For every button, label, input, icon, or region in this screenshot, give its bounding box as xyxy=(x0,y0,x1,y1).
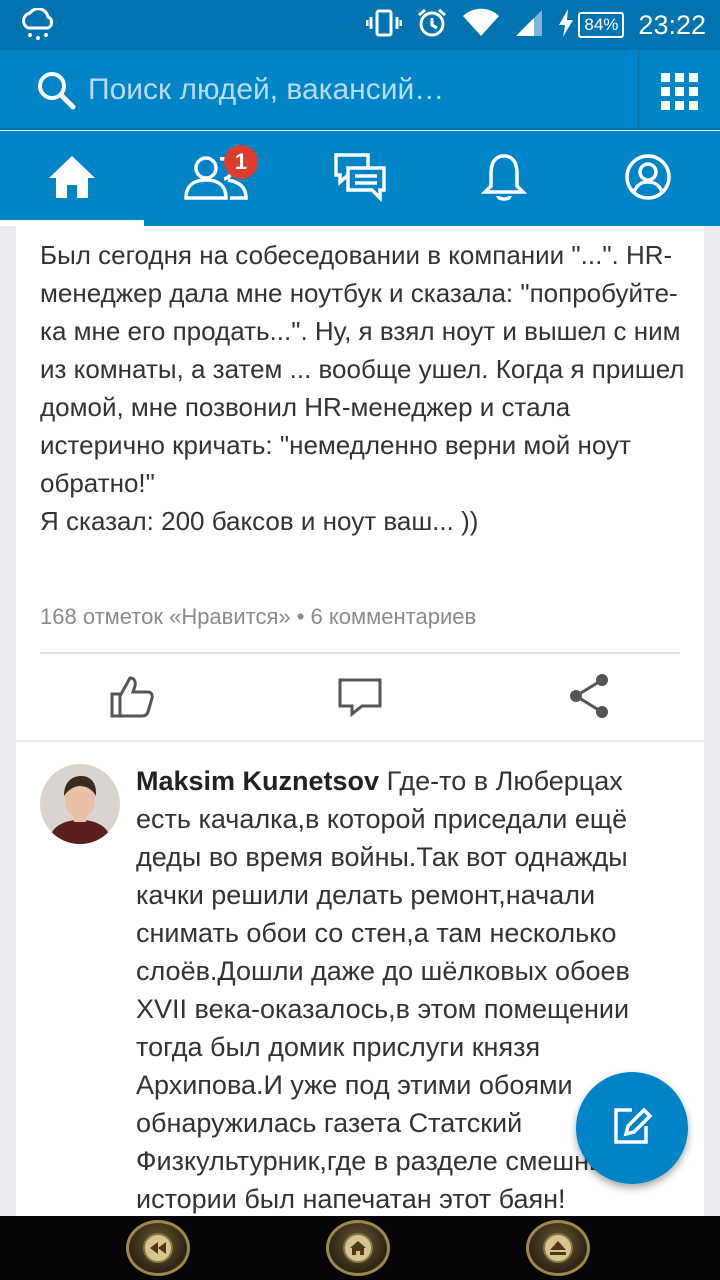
weather-rain-icon xyxy=(18,7,58,46)
post-text: Был сегодня на собеседовании в компании … xyxy=(40,240,685,536)
bell-icon xyxy=(480,152,528,206)
messages-icon xyxy=(334,152,386,206)
search-icon[interactable] xyxy=(36,70,76,114)
eject-icon xyxy=(543,1233,573,1263)
comment-body: Где-то в Люберцах есть качалка,в которой… xyxy=(136,766,630,1214)
search-input[interactable]: Поиск людей, вакансий… xyxy=(88,68,608,112)
battery-indicator: 84% xyxy=(558,9,625,41)
home-button[interactable] xyxy=(326,1220,390,1276)
signal-icon xyxy=(514,8,544,42)
tab-notifications[interactable] xyxy=(432,131,576,226)
share-icon[interactable] xyxy=(566,672,614,720)
edit-icon xyxy=(610,1104,654,1152)
search-bar: Поиск людей, вакансий… xyxy=(0,50,720,130)
post-stats[interactable]: 168 отметок «Нравится» • 6 комментариев xyxy=(40,604,476,630)
tab-network[interactable]: 1 xyxy=(144,131,288,226)
divider xyxy=(40,652,680,654)
apps-grid-icon[interactable] xyxy=(660,72,700,112)
system-nav-bar xyxy=(0,1216,720,1280)
avatar[interactable] xyxy=(40,764,120,844)
alarm-icon xyxy=(416,7,448,43)
battery-icon: 84% xyxy=(578,12,625,38)
tab-home[interactable] xyxy=(0,131,144,226)
clock: 23:22 xyxy=(638,9,706,40)
comment-author[interactable]: Maksim Kuznetsov xyxy=(136,766,379,796)
main-nav: 1 xyxy=(0,131,720,226)
charging-icon xyxy=(558,9,574,41)
post-card: Был сегодня на собеседовании в компании … xyxy=(16,226,704,740)
notification-badge: 1 xyxy=(224,145,258,179)
search-divider xyxy=(638,50,639,130)
like-icon[interactable] xyxy=(108,672,156,720)
wifi-icon xyxy=(462,8,500,42)
back-button[interactable] xyxy=(126,1220,190,1276)
recents-button[interactable] xyxy=(526,1220,590,1276)
tab-messages[interactable] xyxy=(288,131,432,226)
profile-icon xyxy=(624,153,672,205)
vibrate-icon xyxy=(365,8,403,42)
status-bar: 84% 23:22 xyxy=(0,0,720,50)
home-icon xyxy=(47,154,97,204)
system-home-icon xyxy=(343,1233,373,1263)
rewind-icon xyxy=(143,1233,173,1263)
compose-button[interactable] xyxy=(576,1072,688,1184)
comment-icon[interactable] xyxy=(336,672,384,720)
tab-profile[interactable] xyxy=(576,131,720,226)
